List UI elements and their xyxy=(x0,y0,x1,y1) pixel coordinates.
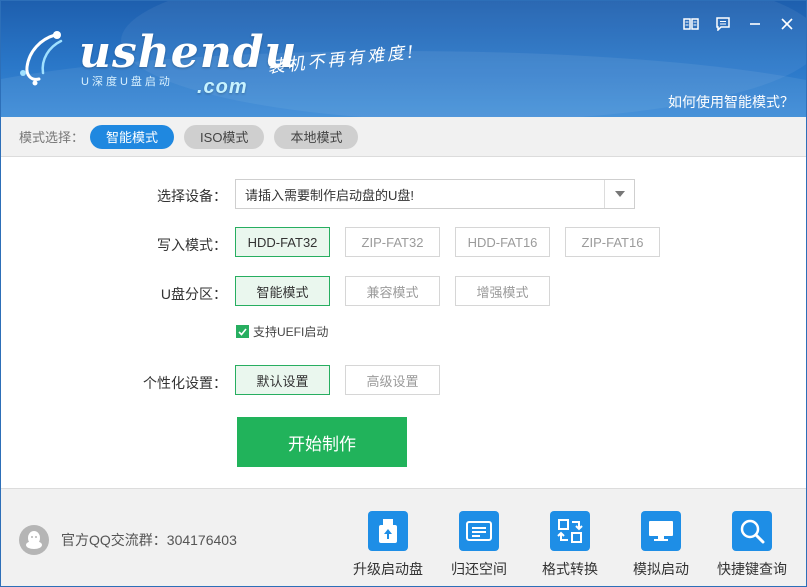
device-label: 选择设备： xyxy=(157,188,227,204)
write-mode-label: 写入模式： xyxy=(157,237,227,253)
uefi-checkbox[interactable]: 支持UEFI启动 xyxy=(236,323,328,340)
feedback-button[interactable] xyxy=(714,15,732,33)
restore-space-icon xyxy=(459,511,499,551)
upgrade-disk-icon xyxy=(368,511,408,551)
personalize-default[interactable]: 默认设置 xyxy=(235,365,330,395)
window-controls xyxy=(682,15,796,33)
dropdown-button[interactable] xyxy=(604,180,634,208)
partition-compatible[interactable]: 兼容模式 xyxy=(345,276,440,306)
device-select-value: 请插入需要制作启动盘的U盘! xyxy=(245,187,415,203)
hotkey-search-button[interactable]: 快捷键查询 xyxy=(712,511,792,579)
qq-group: 官方QQ交流群：304176403 xyxy=(19,525,237,555)
upgrade-disk-label: 升级启动盘 xyxy=(353,561,423,577)
manual-book-button[interactable] xyxy=(682,15,700,33)
caret-down-icon xyxy=(614,191,625,197)
simulate-boot-button[interactable]: 模拟启动 xyxy=(621,511,701,579)
main-form: 选择设备： 请插入需要制作启动盘的U盘! 写入模式： HDD-FAT32 ZIP… xyxy=(1,158,806,488)
header-banner: ushendu .com U深度U盘启动 装机不再有难度! 如何使用智能模式？ xyxy=(1,1,806,117)
write-mode-hdd-fat16[interactable]: HDD-FAT16 xyxy=(455,227,550,257)
personalize-label: 个性化设置： xyxy=(143,375,227,391)
logo-wordmark: ushendu xyxy=(79,27,298,78)
write-mode-hdd-fat32[interactable]: HDD-FAT32 xyxy=(235,227,330,257)
minimize-button[interactable] xyxy=(746,15,764,33)
footer-toolbar: 官方QQ交流群：304176403 升级启动盘 归还空间 格式转换 模拟启动 快… xyxy=(1,488,806,586)
logo-domain: .com xyxy=(197,76,248,98)
qq-group-text: 官方QQ交流群：304176403 xyxy=(61,532,237,548)
logo-mark-icon xyxy=(20,31,63,86)
mode-bar: 模式选择： 智能模式 ISO模式 本地模式 xyxy=(1,117,806,157)
restore-space-label: 归还空间 xyxy=(451,561,507,577)
partition-smart[interactable]: 智能模式 xyxy=(235,276,330,306)
book-icon xyxy=(683,18,699,30)
write-mode-zip-fat32[interactable]: ZIP-FAT32 xyxy=(345,227,440,257)
logo-subtitle: U深度U盘启动 xyxy=(81,76,173,88)
start-button[interactable]: 开始制作 xyxy=(237,417,407,467)
format-convert-label: 格式转换 xyxy=(542,561,598,577)
close-button[interactable] xyxy=(778,15,796,33)
device-select[interactable]: 请插入需要制作启动盘的U盘! xyxy=(235,179,635,209)
help-link[interactable]: 如何使用智能模式？ xyxy=(668,92,794,112)
hotkey-search-label: 快捷键查询 xyxy=(717,561,787,577)
mode-local-tab[interactable]: 本地模式 xyxy=(274,124,359,149)
personalize-advanced[interactable]: 高级设置 xyxy=(345,365,440,395)
close-icon xyxy=(781,18,793,30)
mode-smart-tab[interactable]: 智能模式 xyxy=(90,124,175,149)
partition-label: U盘分区： xyxy=(160,286,227,302)
qq-penguin-icon xyxy=(19,525,49,555)
checkbox-checked-icon xyxy=(236,325,249,338)
simulate-boot-icon xyxy=(641,511,681,551)
message-icon xyxy=(716,17,730,31)
partition-enhanced[interactable]: 增强模式 xyxy=(455,276,550,306)
minimize-icon xyxy=(750,23,760,25)
simulate-boot-label: 模拟启动 xyxy=(633,561,689,577)
uefi-label: 支持UEFI启动 xyxy=(253,325,329,339)
mode-label: 模式选择： xyxy=(19,130,85,145)
upgrade-disk-button[interactable]: 升级启动盘 xyxy=(348,511,428,579)
mode-iso-tab[interactable]: ISO模式 xyxy=(184,124,265,149)
restore-space-button[interactable]: 归还空间 xyxy=(439,511,519,579)
app-window: ushendu .com U深度U盘启动 装机不再有难度! 如何使用智能模式？ … xyxy=(0,0,807,587)
format-convert-button[interactable]: 格式转换 xyxy=(530,511,610,579)
hotkey-search-icon xyxy=(732,511,772,551)
logo-text: ushendu .com xyxy=(79,31,298,99)
format-convert-icon xyxy=(550,511,590,551)
write-mode-zip-fat16[interactable]: ZIP-FAT16 xyxy=(565,227,660,257)
